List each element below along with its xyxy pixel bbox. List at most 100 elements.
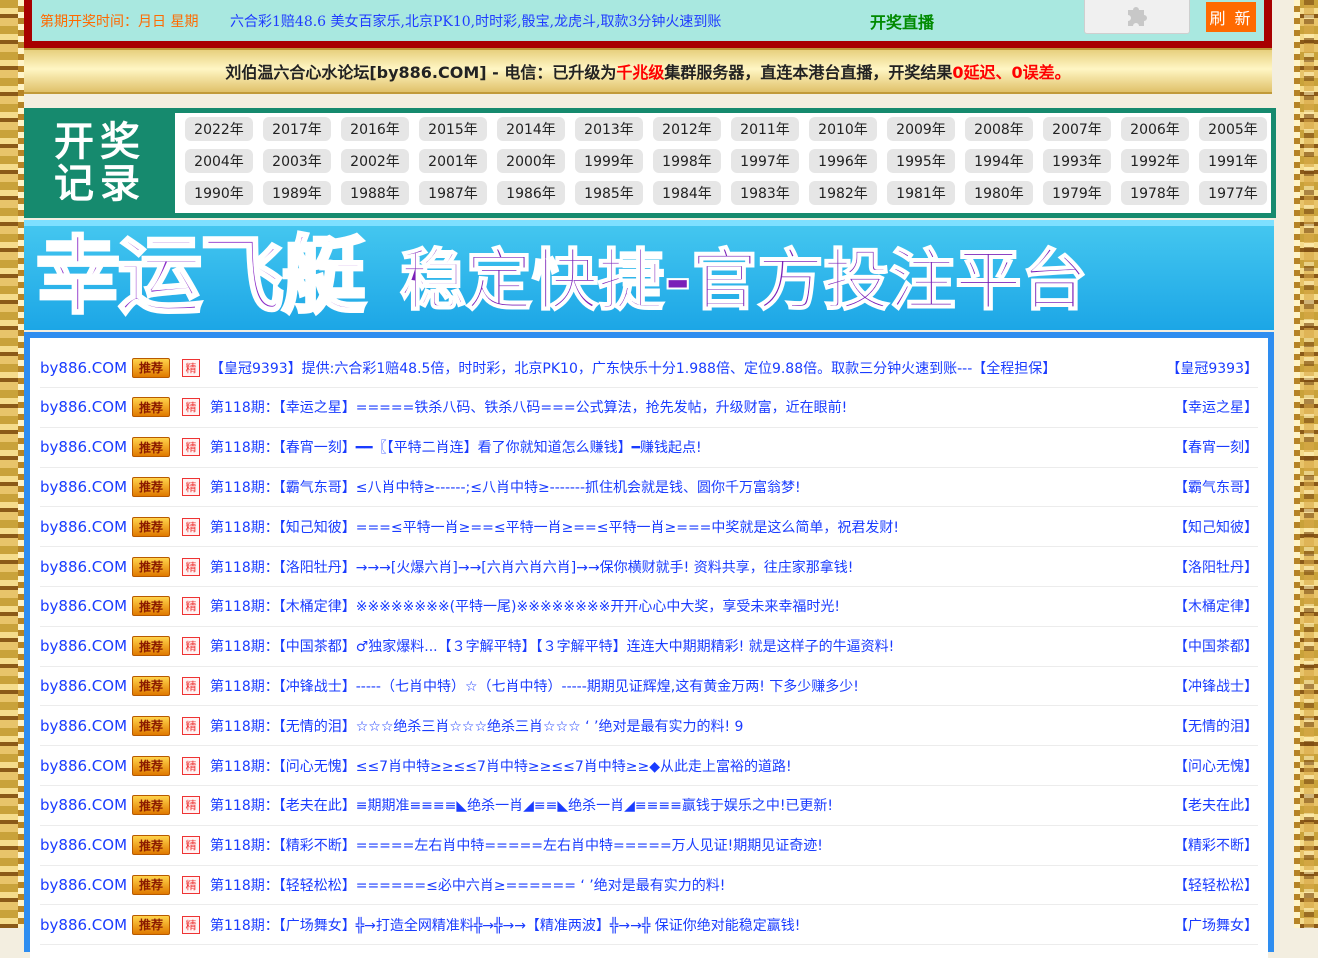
post-title-link[interactable]: 第118期：【无情的泪】☆☆☆绝杀三肖☆☆☆绝杀三肖☆☆☆ ‘ ’绝对是最有实力… [210, 716, 1148, 736]
year-button[interactable]: 1995年 [887, 149, 955, 173]
site-link[interactable]: by886.COM [40, 438, 132, 456]
year-button[interactable]: 2013年 [575, 117, 643, 141]
list-item[interactable]: by886.COM 推荐精第118期：【洛阳牡丹】→→→[火爆六肖]→→[六肖六肖… [40, 547, 1258, 587]
post-title-link[interactable]: 第118期：【中国茶都】♂独家爆料...【３字解平特】【３字解平特】连连大中期期… [210, 636, 1148, 656]
post-title-link[interactable]: 第118期：【广场舞女】╬→打造全网精准料╬→╬→→【精准两波】╬→→╬ 保证你… [210, 915, 1148, 935]
site-link[interactable]: by886.COM [40, 637, 132, 655]
list-item[interactable]: by886.COM 推荐精第118期：【广场舞女】╬→打造全网精准料╬→╬→→【精… [40, 905, 1258, 946]
year-button[interactable]: 2003年 [263, 149, 331, 173]
site-link[interactable]: by886.COM [40, 717, 132, 735]
post-title-link[interactable]: 第118期：【木桶定律】※※※※※※※※(平特一尾)※※※※※※※※开开心心中大… [210, 596, 1148, 616]
site-link[interactable]: by886.COM [40, 398, 132, 416]
post-author-link[interactable]: 【木桶定律】 [1148, 596, 1258, 616]
post-title-link[interactable]: 第118期：【霸气东哥】≤八肖中特≥------;≤八肖中特≥-------抓住… [210, 477, 1148, 497]
post-title-link[interactable]: 第118期：【洛阳牡丹】→→→[火爆六肖]→→[六肖六肖六肖]→→保你横财就手!… [210, 557, 1148, 577]
post-author-link[interactable]: 【知己知彼】 [1148, 517, 1258, 537]
year-button[interactable]: 2000年 [497, 149, 565, 173]
site-link[interactable]: by886.COM [40, 677, 132, 695]
site-link[interactable]: by886.COM [40, 796, 132, 814]
post-author-link[interactable]: 【皇冠9393】 [1148, 358, 1258, 378]
year-button[interactable]: 2017年 [263, 117, 331, 141]
post-author-link[interactable]: 【老夫在此】 [1148, 795, 1258, 815]
post-author-link[interactable]: 【中国茶都】 [1148, 636, 1258, 656]
post-author-link[interactable]: 【春宵一刻】 [1148, 437, 1258, 457]
year-button[interactable]: 1990年 [185, 181, 253, 205]
site-link[interactable]: by886.COM [40, 478, 132, 496]
post-author-link[interactable]: 【霸气东哥】 [1148, 477, 1258, 497]
post-title-link[interactable]: 第118期：【精彩不断】=====左右肖中特=====左右肖中特=====万人见… [210, 835, 1148, 855]
post-author-link[interactable]: 【问心无愧】 [1148, 756, 1258, 776]
year-button[interactable]: 2012年 [653, 117, 721, 141]
list-item[interactable]: by886.COM 推荐精第118期：【问心无愧】≤≤7肖中特≥≥≤≤7肖中特≥≥… [40, 746, 1258, 786]
live-draw-link[interactable]: 开奖直播 [870, 9, 1070, 33]
post-title-link[interactable]: 第118期：【问心无愧】≤≤7肖中特≥≥≤≤7肖中特≥≥≤≤7肖中特≥≥◆从此走… [210, 756, 1148, 776]
year-button[interactable]: 2014年 [497, 117, 565, 141]
list-item[interactable]: by886.COM 推荐精第118期：【冲锋战士】-----（七肖中特）☆（七肖中… [40, 666, 1258, 707]
post-title-link[interactable]: 第118期：【老夫在此】≡期期准≡≡≡≡◣绝杀一肖◢≡≡◣绝杀一肖◢≡≡≡≡赢钱… [210, 795, 1148, 815]
year-button[interactable]: 1997年 [731, 149, 799, 173]
post-title-link[interactable]: 第118期：【春宵一刻】━━〖【平特二肖连】看了你就知道怎么赚钱】━赚钱起点! [210, 437, 1148, 457]
year-button[interactable]: 1991年 [1199, 149, 1267, 173]
list-item[interactable]: by886.COM 推荐精【皇冠9393】提供:六合彩1赔48.5倍，时时彩，北京… [40, 348, 1258, 388]
site-link[interactable]: by886.COM [40, 518, 132, 536]
year-button[interactable]: 1983年 [731, 181, 799, 205]
year-button[interactable]: 1992年 [1121, 149, 1189, 173]
list-item[interactable]: by886.COM 推荐精第118期：【知己知彼】===≤平特一肖≥==≤平特一肖… [40, 507, 1258, 548]
year-button[interactable]: 1987年 [419, 181, 487, 205]
post-title-link[interactable]: 第118期：【轻轻松松】======≤必中六肖≥====== ‘ ’绝对是最有实… [210, 875, 1148, 895]
year-button[interactable]: 1988年 [341, 181, 409, 205]
post-author-link[interactable]: 【冲锋战士】 [1148, 676, 1258, 696]
post-author-link[interactable]: 【广场舞女】 [1148, 915, 1258, 935]
year-button[interactable]: 2022年 [185, 117, 253, 141]
list-item[interactable]: by886.COM 推荐精第118期：【霸气东哥】≤八肖中特≥------;≤八肖… [40, 467, 1258, 508]
list-item[interactable]: by886.COM 推荐精第118期：【轻轻松松】======≤必中六肖≥====… [40, 865, 1258, 906]
year-button[interactable]: 1979年 [1043, 181, 1111, 205]
year-button[interactable]: 2010年 [809, 117, 877, 141]
post-title-link[interactable]: 第118期：【冲锋战士】-----（七肖中特）☆（七肖中特）-----期期见证辉… [210, 676, 1148, 696]
year-button[interactable]: 1993年 [1043, 149, 1111, 173]
year-button[interactable]: 1978年 [1121, 181, 1189, 205]
list-item[interactable]: by886.COM 推荐精第118期：【春宵一刻】━━〖【平特二肖连】看了你就知道… [40, 428, 1258, 468]
year-button[interactable]: 1984年 [653, 181, 721, 205]
year-button[interactable]: 2005年 [1199, 117, 1267, 141]
year-button[interactable]: 1998年 [653, 149, 721, 173]
list-item[interactable]: by886.COM 推荐精第118期：【幸运之星】=====铁杀八码、铁杀八码==… [40, 388, 1258, 428]
list-item[interactable]: by886.COM 推荐精第118期：【木桶定律】※※※※※※※※(平特一尾)※※… [40, 587, 1258, 627]
post-title-link[interactable]: 第118期：【知己知彼】===≤平特一肖≥==≤平特一肖≥==≤平特一肖≥===… [210, 517, 1148, 537]
year-button[interactable]: 1982年 [809, 181, 877, 205]
post-author-link[interactable]: 【幸运之星】 [1148, 397, 1258, 417]
year-button[interactable]: 2008年 [965, 117, 1033, 141]
post-author-link[interactable]: 【精彩不断】 [1148, 835, 1258, 855]
promo-link[interactable]: 六合彩1赔48.6 美女百家乐,北京PK10,时时彩,骰宝,龙虎斗,取款3分钟火… [230, 11, 870, 31]
site-link[interactable]: by886.COM [40, 757, 132, 775]
year-button[interactable]: 1994年 [965, 149, 1033, 173]
list-item[interactable]: by886.COM 推荐精第118期：【老夫在此】≡期期准≡≡≡≡◣绝杀一肖◢≡≡… [40, 786, 1258, 826]
year-button[interactable]: 2004年 [185, 149, 253, 173]
year-button[interactable]: 1980年 [965, 181, 1033, 205]
year-button[interactable]: 1999年 [575, 149, 643, 173]
post-title-link[interactable]: 第118期：【幸运之星】=====铁杀八码、铁杀八码===公式算法，抢先发帖，升… [210, 397, 1148, 417]
puzzle-icon[interactable] [1084, 0, 1190, 34]
list-item[interactable]: by886.COM 推荐精第118期：【中国茶都】♂独家爆料...【３字解平特】【… [40, 627, 1258, 667]
year-button[interactable]: 2002年 [341, 149, 409, 173]
site-link[interactable]: by886.COM [40, 836, 132, 854]
year-button[interactable]: 2016年 [341, 117, 409, 141]
refresh-button[interactable]: 刷 新 [1206, 2, 1256, 32]
year-button[interactable]: 2015年 [419, 117, 487, 141]
year-button[interactable]: 2009年 [887, 117, 955, 141]
site-link[interactable]: by886.COM [40, 558, 132, 576]
year-button[interactable]: 1996年 [809, 149, 877, 173]
year-button[interactable]: 2006年 [1121, 117, 1189, 141]
site-link[interactable]: by886.COM [40, 876, 132, 894]
year-button[interactable]: 2001年 [419, 149, 487, 173]
year-button[interactable]: 1977年 [1199, 181, 1267, 205]
site-link[interactable]: by886.COM [40, 597, 132, 615]
post-author-link[interactable]: 【无情的泪】 [1148, 716, 1258, 736]
site-link[interactable]: by886.COM [40, 359, 132, 377]
year-button[interactable]: 2007年 [1043, 117, 1111, 141]
year-button[interactable]: 1989年 [263, 181, 331, 205]
post-author-link[interactable]: 【洛阳牡丹】 [1148, 557, 1258, 577]
post-author-link[interactable]: 【轻轻松松】 [1148, 875, 1258, 895]
year-button[interactable]: 1985年 [575, 181, 643, 205]
list-item[interactable]: by886.COM 推荐精第118期：【精彩不断】=====左右肖中特=====左… [40, 826, 1258, 866]
